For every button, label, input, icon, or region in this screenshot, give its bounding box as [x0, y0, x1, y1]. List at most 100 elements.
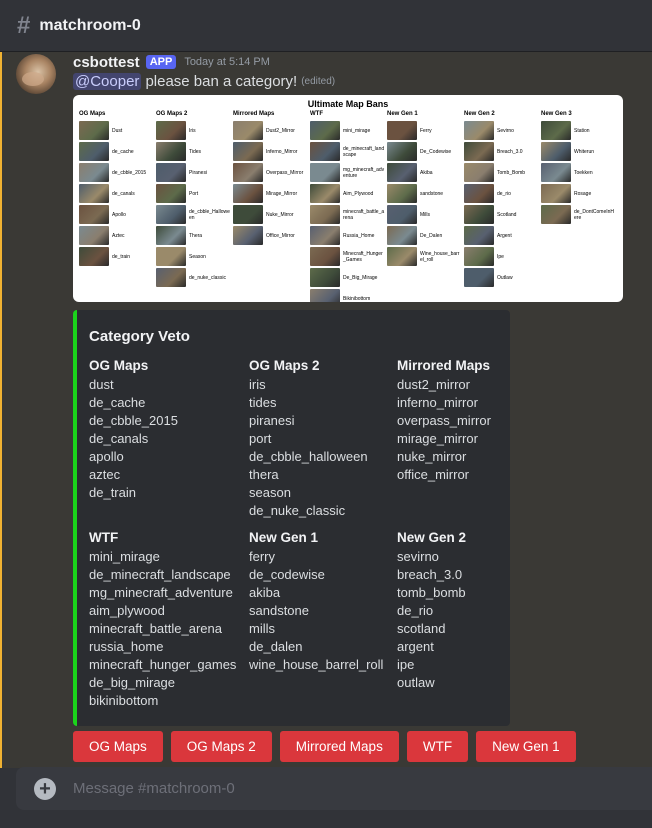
- image-map-item: Outlaw: [464, 268, 539, 288]
- image-column-title: WTF: [310, 111, 323, 117]
- embed-field-value: argent: [397, 639, 434, 654]
- image-map-label: mini_mirage: [343, 127, 371, 134]
- image-map-label: de_DontComeInHere: [574, 208, 615, 221]
- image-map-item: Ipe: [464, 247, 539, 267]
- map-thumbnail: [79, 247, 109, 267]
- image-map-item: de_canals: [79, 184, 154, 204]
- image-map-label: Minecraft_Hunger_Games: [343, 250, 383, 263]
- embed-field-value: de_codewise: [249, 567, 325, 582]
- veto-button-og-maps-2[interactable]: OG Maps 2: [170, 731, 272, 762]
- embed-field-value: breach_3.0: [397, 567, 463, 582]
- map-thumbnail: [310, 121, 340, 141]
- map-thumbnail: [387, 247, 417, 267]
- image-map-label: Rosage: [574, 190, 592, 197]
- map-bans-image[interactable]: Ultimate Map Bans OG Maps Dust de_cache de_…: [73, 95, 623, 302]
- map-thumbnail: [310, 205, 340, 225]
- image-map-item: de_train: [79, 247, 154, 267]
- image-map-item: Season: [156, 247, 231, 267]
- image-map-label: Port: [189, 190, 199, 197]
- map-thumbnail: [387, 142, 417, 162]
- map-thumbnail: [387, 205, 417, 225]
- image-map-item: Argent: [464, 226, 539, 246]
- image-map-item: Tomb_Bomb: [464, 163, 539, 183]
- edited-label: (edited): [301, 76, 336, 87]
- image-map-item: de_DontComeInHere: [541, 205, 616, 225]
- user-mention[interactable]: @Cooper: [73, 73, 142, 90]
- image-map-label: de_rio: [497, 190, 511, 197]
- embed-field-value: de_rio: [397, 603, 434, 618]
- map-thumbnail: [387, 163, 417, 183]
- embed-field-value: mg_minecraft_adventure: [89, 585, 233, 600]
- embed-field-value: de_nuke_classic: [249, 503, 346, 518]
- embed-field-value: dust: [89, 377, 114, 392]
- image-map-label: Akiba: [420, 169, 433, 176]
- embed-field-value: mirage_mirror: [397, 431, 478, 446]
- embed-field-value: ipe: [397, 657, 415, 672]
- image-map-item: Breach_3.0: [464, 142, 539, 162]
- embed-field: WTF mini_mirage de_minecraft_landscape mg_m…: [89, 528, 236, 710]
- map-thumbnail: [310, 289, 340, 302]
- image-map-item: Thera: [156, 226, 231, 246]
- image-map-label: mg_minecraft_adventure: [343, 166, 385, 179]
- image-map-item: mini_mirage: [310, 121, 385, 141]
- embed-title: Category Veto: [89, 328, 190, 345]
- image-map-item: Scotland: [464, 205, 539, 225]
- image-map-label: Mirage_Mirror: [266, 190, 298, 197]
- image-column-title: Mirrored Maps: [233, 111, 275, 117]
- add-attachment-icon[interactable]: +: [34, 777, 56, 800]
- image-map-label: Office_Mirror: [266, 232, 295, 239]
- message-content: @Cooper please ban a category! (edited): [73, 73, 335, 90]
- image-map-item: de_cache: [79, 142, 154, 162]
- image-map-item: Station: [541, 121, 616, 141]
- embed-field-name: Mirrored Maps: [397, 358, 491, 373]
- image-map-label: sandstone: [420, 190, 444, 197]
- embed-field-value: de_cache: [89, 395, 146, 410]
- veto-button-mirrored-maps[interactable]: Mirrored Maps: [279, 731, 399, 762]
- map-thumbnail: [541, 121, 571, 141]
- image-map-item: Aztec: [79, 226, 154, 246]
- map-thumbnail: [310, 163, 340, 183]
- image-map-label: De_Dalen: [420, 232, 443, 239]
- map-thumbnail: [387, 226, 417, 246]
- image-title: Ultimate Map Bans: [307, 99, 389, 109]
- image-map-label: Ferry: [420, 127, 432, 134]
- embed-field-value: de_cbble_halloween: [249, 449, 368, 464]
- message-composer[interactable]: + Message #matchroom-0: [16, 767, 652, 810]
- embed-field-value: de_dalen: [249, 639, 303, 654]
- map-thumbnail: [233, 121, 263, 141]
- veto-button-og-maps[interactable]: OG Maps: [73, 731, 163, 762]
- message-list[interactable]: csbottest APP Today at 5:14 PM @Cooper p…: [0, 52, 652, 768]
- veto-button-new-gen-1[interactable]: New Gen 1: [476, 731, 576, 762]
- message-input[interactable]: Message #matchroom-0: [73, 780, 235, 797]
- embed-field-value: aztec: [89, 467, 121, 482]
- veto-button-wtf[interactable]: WTF: [406, 731, 469, 762]
- embed-field-value: office_mirror: [397, 467, 470, 482]
- map-thumbnail: [233, 163, 263, 183]
- map-thumbnail: [541, 205, 571, 225]
- image-map-label: Station: [574, 127, 590, 134]
- map-thumbnail: [464, 121, 494, 141]
- embed-field-name: OG Maps 2: [249, 358, 320, 373]
- hash-icon: #: [17, 11, 31, 39]
- embed-field-value: sevirno: [397, 549, 439, 564]
- avatar[interactable]: [16, 54, 56, 94]
- username[interactable]: csbottest: [73, 54, 140, 71]
- map-thumbnail: [541, 163, 571, 183]
- map-thumbnail: [233, 142, 263, 162]
- image-map-label: Argent: [497, 232, 512, 239]
- map-thumbnail: [310, 184, 340, 204]
- image-map-item: de_nuke_classic: [156, 268, 231, 288]
- image-map-item: Akiba: [387, 163, 462, 183]
- map-thumbnail: [156, 226, 186, 246]
- map-thumbnail: [79, 184, 109, 204]
- embed-field-value: de_cbble_2015: [89, 413, 178, 428]
- map-thumbnail: [156, 247, 186, 267]
- map-thumbnail: [156, 205, 186, 225]
- embed-field-value: sandstone: [249, 603, 309, 618]
- map-thumbnail: [541, 184, 571, 204]
- image-map-label: de_cache: [112, 148, 134, 155]
- image-map-label: Scotland: [497, 211, 517, 218]
- image-map-item: Toekken: [541, 163, 616, 183]
- embed-field-name: New Gen 1: [249, 530, 319, 545]
- image-column: New Gen 3 Station Whiterun Toekken Rosage de_…: [541, 111, 616, 226]
